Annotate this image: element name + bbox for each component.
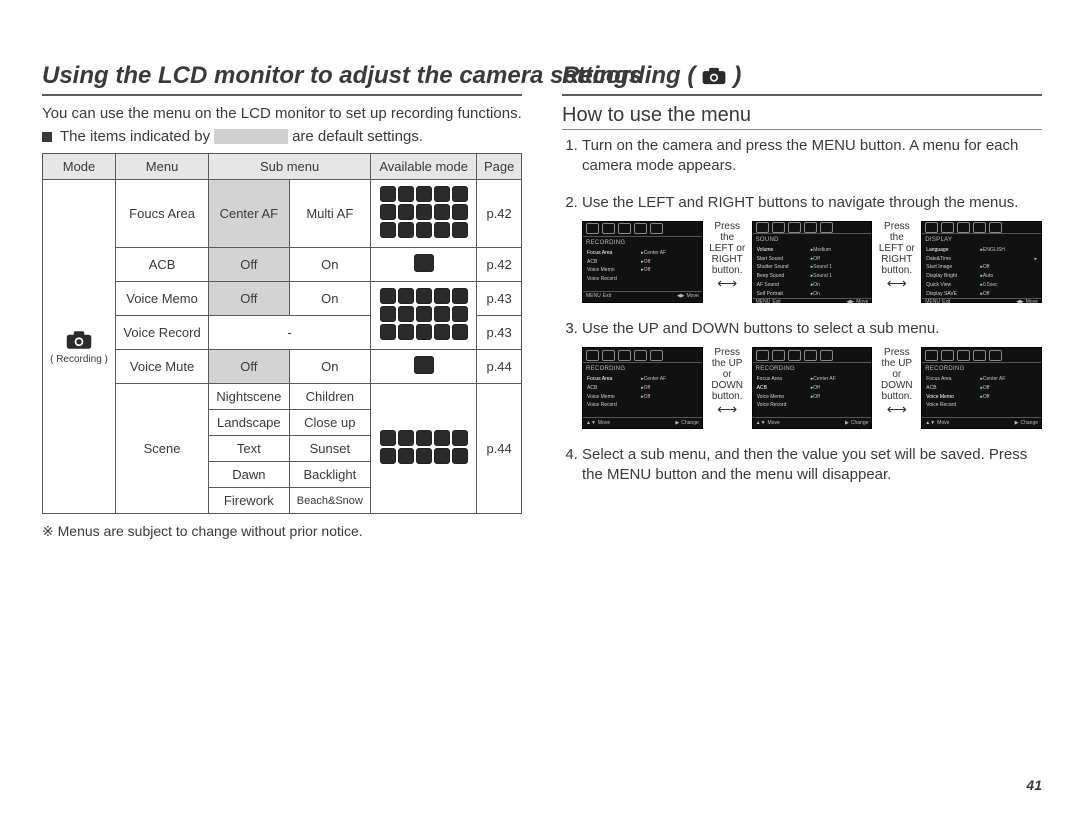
th-mode: Mode — [43, 154, 116, 180]
screens-row-ud: RECORDING Focus Area▸Center AF ACB▸Off V… — [582, 347, 1042, 429]
default-post: are default settings. — [292, 128, 423, 145]
sub-acb-on: On — [289, 248, 370, 282]
sub-multi-af: Multi AF — [289, 180, 370, 248]
hint-lr: Press the LEFT or RIGHT button. ⟷ — [876, 221, 917, 291]
scene-sub: Landscape — [209, 410, 289, 436]
recording-title-pre: Recording ( — [562, 62, 695, 90]
camera-icon — [701, 66, 727, 86]
screen-recording: RECORDING Focus Area▸Center AF ACB▸Off V… — [921, 347, 1042, 429]
left-right-arrow-icon: ⟷ — [887, 401, 907, 417]
avail-voice — [371, 282, 477, 350]
left-column: Using the LCD monitor to adjust the came… — [42, 62, 522, 545]
table-header-row: Mode Menu Sub menu Available mode Page — [43, 154, 522, 180]
sub-vmute-off: Off — [209, 350, 289, 384]
settings-table: Mode Menu Sub menu Available mode Page (… — [42, 153, 522, 514]
step-2-text: Use the LEFT and RIGHT buttons to naviga… — [582, 194, 1018, 211]
screen-display: DISPLAY Language▸ENGLISH Date&Time▸ Star… — [921, 221, 1042, 303]
th-available: Available mode — [371, 154, 477, 180]
menu-scene: Scene — [116, 384, 209, 514]
sub-acb-off: Off — [209, 248, 289, 282]
hint-ud: Press the UP or DOWN button. ⟷ — [876, 347, 917, 417]
avail-acb — [371, 248, 477, 282]
th-submenu: Sub menu — [209, 154, 371, 180]
menu-focus-area: Foucs Area — [116, 180, 209, 248]
mode-icons — [379, 287, 469, 341]
page-voice-mute: p.44 — [477, 350, 522, 384]
screen-recording: RECORDING Focus Area▸Center AF ACB▸Off V… — [752, 347, 873, 429]
default-color-swatch — [214, 129, 288, 144]
title-text: Using the LCD monitor to adjust the came… — [42, 62, 642, 90]
mode-icons — [379, 429, 469, 465]
menu-acb: ACB — [116, 248, 209, 282]
screen-recording: RECORDING Focus Area▸Center AF ACB▸Off V… — [582, 347, 703, 429]
avail-focus-area — [371, 180, 477, 248]
sub-center-af: Center AF — [209, 180, 289, 248]
left-right-arrow-icon: ⟷ — [887, 275, 907, 291]
subtitle: How to use the menu — [562, 104, 1042, 130]
left-right-arrow-icon: ⟷ — [717, 275, 737, 291]
default-settings-note: The items indicated by are default setti… — [42, 128, 522, 145]
sub-vm-on: On — [289, 282, 370, 316]
hint-lr: Press the LEFT or RIGHT button. ⟷ — [707, 221, 748, 291]
page-scene: p.44 — [477, 384, 522, 514]
avail-voice-mute — [371, 350, 477, 384]
avail-scene — [371, 384, 477, 514]
scene-sub: Beach&Snow — [289, 488, 370, 514]
hint-ud: Press the UP or DOWN button. ⟷ — [707, 347, 748, 417]
scene-sub: Firework — [209, 488, 289, 514]
left-section-title: Using the LCD monitor to adjust the came… — [42, 62, 522, 96]
step-3: Use the UP and DOWN buttons to select a … — [582, 319, 1042, 429]
right-column: Recording ( ) How to use the menu Turn o… — [562, 62, 1042, 545]
intro-text: You can use the menu on the LCD monitor … — [42, 104, 522, 124]
page-acb: p.42 — [477, 248, 522, 282]
page-voice-record: p.43 — [477, 316, 522, 350]
left-right-arrow-icon: ⟷ — [717, 401, 737, 417]
step-3-text: Use the UP and DOWN buttons to select a … — [582, 320, 939, 337]
step-4: Select a sub menu, and then the value yo… — [582, 445, 1042, 486]
footnote: ※ Menus are subject to change without pr… — [42, 522, 522, 541]
camera-icon — [65, 329, 93, 351]
mode-cell: ( Recording ) — [43, 180, 116, 514]
menu-voice-record: Voice Record — [116, 316, 209, 350]
th-page: Page — [477, 154, 522, 180]
scene-sub: Children — [289, 384, 370, 410]
bullet-icon — [42, 132, 52, 142]
sub-vm-off: Off — [209, 282, 289, 316]
screen-sound: SOUND Volume▸Medium Start Sound▸Off Shut… — [752, 221, 873, 303]
default-pre: The items indicated by — [60, 128, 210, 145]
step-1: Turn on the camera and press the MENU bu… — [582, 136, 1042, 177]
recording-title-post: ) — [733, 62, 741, 90]
page-focus-area: p.42 — [477, 180, 522, 248]
th-menu: Menu — [116, 154, 209, 180]
mode-icons — [413, 355, 435, 375]
scene-sub: Dawn — [209, 462, 289, 488]
scene-sub: Backlight — [289, 462, 370, 488]
scene-sub: Text — [209, 436, 289, 462]
step-2: Use the LEFT and RIGHT buttons to naviga… — [582, 193, 1042, 303]
page-number: 41 — [1026, 777, 1042, 793]
screen-recording: RECORDING Focus Area▸Center AF ACB▸Off V… — [582, 221, 703, 303]
scene-sub: Close up — [289, 410, 370, 436]
menu-voice-mute: Voice Mute — [116, 350, 209, 384]
mode-icons — [413, 253, 435, 273]
scene-sub: Nightscene — [209, 384, 289, 410]
screens-row-lr: RECORDING Focus Area▸Center AF ACB▸Off V… — [582, 221, 1042, 303]
right-section-title: Recording ( ) — [562, 62, 1042, 96]
mode-icons — [379, 185, 469, 239]
scene-sub: Sunset — [289, 436, 370, 462]
sub-vmute-on: On — [289, 350, 370, 384]
table-row: ( Recording ) Foucs Area Center AF Multi… — [43, 180, 522, 248]
page-voice-memo: p.43 — [477, 282, 522, 316]
menu-voice-memo: Voice Memo — [116, 282, 209, 316]
sub-voice-record: - — [209, 316, 371, 350]
mode-label: ( Recording ) — [49, 354, 109, 365]
steps-list: Turn on the camera and press the MENU bu… — [562, 136, 1042, 486]
